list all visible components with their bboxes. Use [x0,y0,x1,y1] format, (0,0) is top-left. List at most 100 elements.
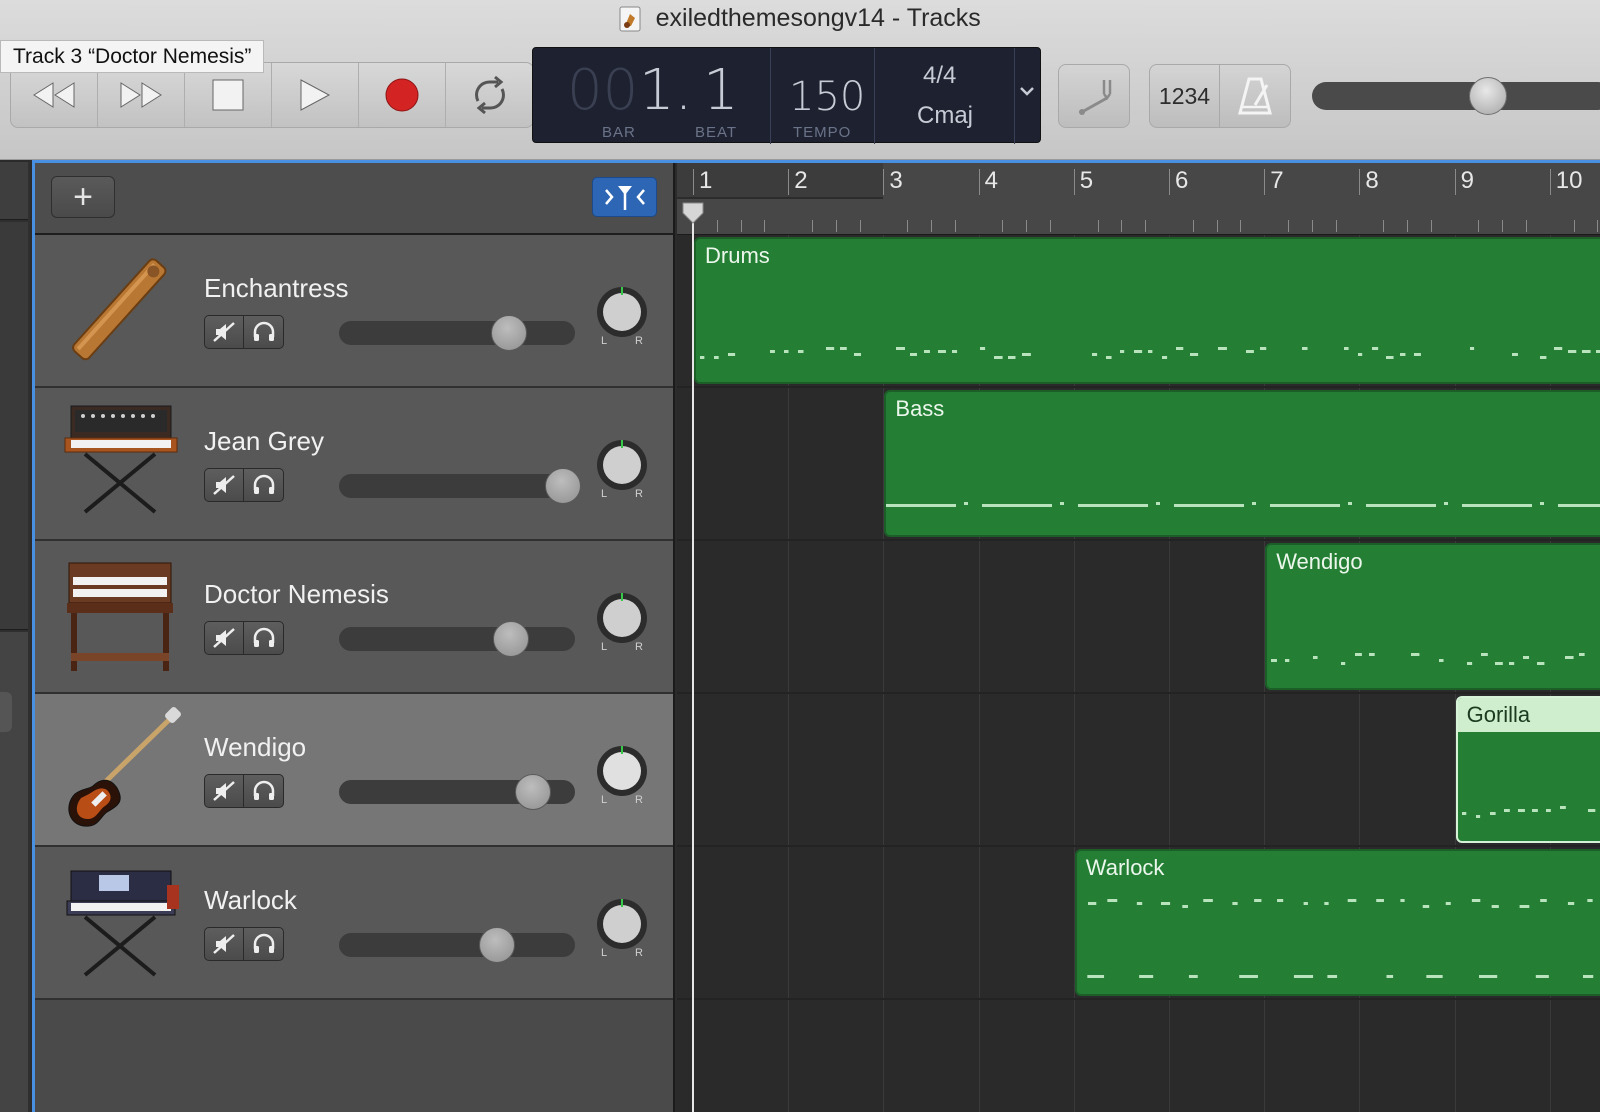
strip-handle[interactable] [0,692,12,732]
region-warlock[interactable]: Warlock [1074,849,1600,996]
keyboard-icon [55,855,185,989]
region-notes [1458,790,1600,835]
ruler-beat-tick [1430,220,1432,232]
playhead[interactable] [692,203,694,1112]
mute-solo-group [204,315,284,349]
volume-slider-knob[interactable] [545,468,582,504]
fast-forward-icon [120,82,162,108]
mute-button[interactable] [205,928,245,960]
volume-slider-track[interactable] [339,933,575,957]
volume-slider-knob[interactable] [514,774,551,810]
lcd-dropdown-chevron-icon[interactable] [1019,84,1035,102]
solo-button[interactable] [244,469,283,501]
region-bass[interactable]: Bass [884,390,1600,537]
pan-left-label: L [601,488,608,500]
lcd-key[interactable]: Cmaj [917,102,973,130]
volume-slider-knob[interactable] [490,315,527,351]
window-title-bar: exiledthemesongv14 - Tracks [0,4,1600,38]
pan-left-label: L [601,947,608,959]
pan-knob[interactable]: L R [595,285,649,347]
mute-speaker-icon [213,934,235,954]
lane-separator [677,539,1600,541]
playhead-handle-icon[interactable] [681,201,705,225]
headphones-icon [253,474,274,494]
ruler-beat-tick [1216,220,1218,232]
track-name[interactable]: Jean Grey [204,426,324,457]
lcd-beat-caption: BEAT [695,124,738,141]
pan-knob[interactable]: L R [595,438,649,500]
pan-right-label: R [635,794,643,806]
track-row-warlock[interactable]: Warlock L R [35,847,673,1000]
ruler-bar-line [693,169,694,195]
timeline-area[interactable]: 1 2 3 4 5 6 7 8 9 10 Drums Bass Wendigo Gorilla Warlo… [677,163,1600,1112]
mute-button[interactable] [205,469,245,501]
lcd-tempo-value[interactable]: 150 [789,74,865,120]
track-row-enchantress[interactable]: Enchantress L R [35,235,673,388]
region-drums[interactable]: Drums [694,237,1600,384]
mute-button[interactable] [205,622,245,654]
track-row-jean-grey[interactable]: Jean Grey L R [35,388,673,541]
track-name[interactable]: Wendigo [204,732,306,763]
cycle-icon [474,75,505,115]
ruler-beat-tick [1097,220,1099,232]
pan-knob[interactable]: L R [595,897,649,959]
strip-top [0,162,28,220]
headphones-icon [253,933,274,953]
master-volume-knob[interactable] [1468,77,1507,115]
ruler-beat-tick [1597,220,1599,232]
mute-button[interactable] [205,775,245,807]
region-label: Gorilla [1466,702,1531,727]
ruler-beat-tick [859,220,861,232]
mute-button[interactable] [205,316,245,348]
track-name[interactable]: Enchantress [204,273,349,304]
lcd-display[interactable]: 00 1. 1 BAR BEAT 150 TEMPO 4/4 Cmaj [532,47,1041,144]
catch-playhead-button[interactable] [592,177,657,217]
lcd-bar-value: 1. [639,58,693,123]
pan-left-label: L [601,794,608,806]
cycle-button[interactable] [446,63,533,127]
pan-left-label: L [601,335,608,347]
track-row-doctor-nemesis[interactable]: Doctor Nemesis L R [35,541,673,694]
solo-button[interactable] [244,622,283,654]
track-name[interactable]: Warlock [204,885,297,916]
ruler-bar-line [1549,169,1551,195]
ruler-beat-tick [764,220,766,232]
ruler-bar-number: 6 [1175,167,1189,194]
volume-slider-knob[interactable] [493,621,530,657]
volume-slider-track[interactable] [339,321,575,345]
add-track-button[interactable]: + [51,176,115,218]
bar-ruler[interactable]: 1 2 3 4 5 6 7 8 9 10 [677,163,1600,235]
lcd-time-signature[interactable]: 4/4 [923,62,956,90]
ruler-bar-line [1359,169,1361,195]
pan-right-label: R [635,947,643,959]
tuner-button[interactable] [1058,64,1130,128]
solo-button[interactable] [244,775,283,807]
master-volume-track[interactable] [1312,82,1600,110]
solo-button[interactable] [244,316,283,348]
volume-slider-track[interactable] [339,627,575,651]
pan-knob[interactable]: L R [595,744,649,806]
record-button[interactable] [359,63,446,127]
mute-speaker-icon [213,628,235,648]
track-name[interactable]: Doctor Nemesis [204,579,389,610]
pan-knob[interactable]: L R [595,591,649,653]
volume-slider-track[interactable] [339,474,575,498]
ruler-beat-tick [1145,220,1147,232]
count-in-metronome-group: 1234 [1149,64,1291,128]
region-gorilla[interactable]: Gorilla [1455,696,1600,843]
play-button[interactable] [272,63,359,127]
count-in-button[interactable]: 1234 [1150,65,1220,127]
volume-slider-knob[interactable] [479,927,516,963]
ruler-beat-tick [907,220,909,232]
ruler-beat-tick [1478,220,1480,232]
metronome-button[interactable] [1220,65,1290,127]
pan-right-label: R [635,335,643,347]
region-wendigo[interactable]: Wendigo [1265,543,1600,690]
region-notes [1077,879,1600,994]
lane-separator [677,998,1600,1000]
organ-icon [55,549,185,683]
track-row-wendigo[interactable]: Wendigo L R [35,694,673,847]
ruler-beat-tick [1192,220,1194,232]
control-bar: exiledthemesongv14 - Tracks Track 3 “Doc… [0,0,1600,160]
solo-button[interactable] [244,928,283,960]
